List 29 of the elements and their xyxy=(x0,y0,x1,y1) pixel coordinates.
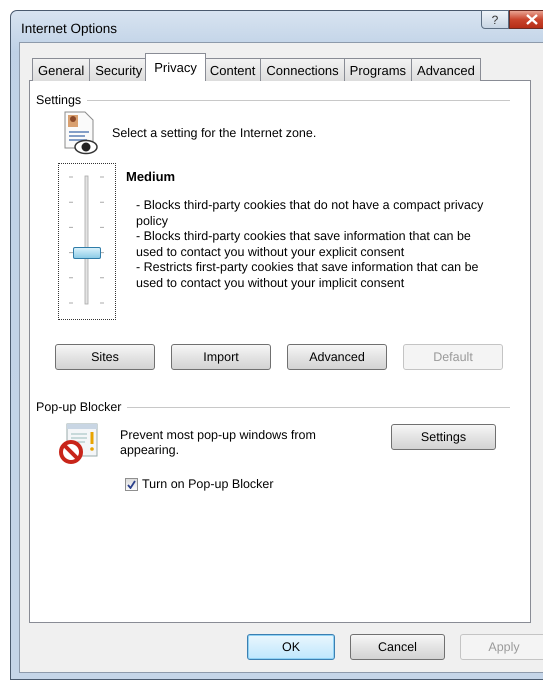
description-text: - Blocks third-party cookies that do not have a compact privacy policy xyxy=(136,198,484,229)
window-title: Internet Options xyxy=(21,21,118,36)
help-button[interactable]: ? xyxy=(481,10,509,29)
description-text: - Restricts first-party cookies that save information that can be used to contact you without your implicit consent xyxy=(136,260,480,291)
tab[interactable]: Advanced xyxy=(411,58,481,81)
checkbox-label: Turn on Pop-up Blocker xyxy=(142,477,274,491)
privacy-level-name: Medium xyxy=(126,169,176,184)
group-heading: Pop-up Blocker xyxy=(36,400,122,414)
check-icon xyxy=(127,480,136,488)
slider-thumb[interactable] xyxy=(73,246,101,259)
tab[interactable]: Privacy xyxy=(145,53,206,81)
popup-settings-button[interactable]: Settings xyxy=(391,424,496,450)
tab[interactable]: Programs xyxy=(344,58,412,81)
privacy-action-button[interactable]: Sites xyxy=(55,344,155,370)
dialog-button[interactable]: OK xyxy=(247,634,335,660)
tab[interactable]: Content xyxy=(204,58,262,81)
privacy-action-button[interactable]: Advanced xyxy=(287,344,387,370)
tab[interactable]: General xyxy=(32,58,90,81)
close-icon xyxy=(526,14,538,25)
privacy-action-button[interactable]: Import xyxy=(171,344,271,370)
popup-description: Prevent most pop-up windows from appearing. xyxy=(120,428,317,459)
intro-text: Select a setting for the Internet zone. xyxy=(112,126,316,140)
checkbox[interactable] xyxy=(125,478,138,490)
group-heading: Settings xyxy=(36,93,82,107)
description-text: - Blocks third-party cookies that save information that can be used to contact you without your explicit consent xyxy=(136,229,472,260)
close-button[interactable] xyxy=(509,10,543,29)
tab[interactable]: Connections xyxy=(260,58,345,81)
privacy-document-icon xyxy=(62,111,98,155)
dialog-button[interactable]: Cancel xyxy=(350,634,445,660)
